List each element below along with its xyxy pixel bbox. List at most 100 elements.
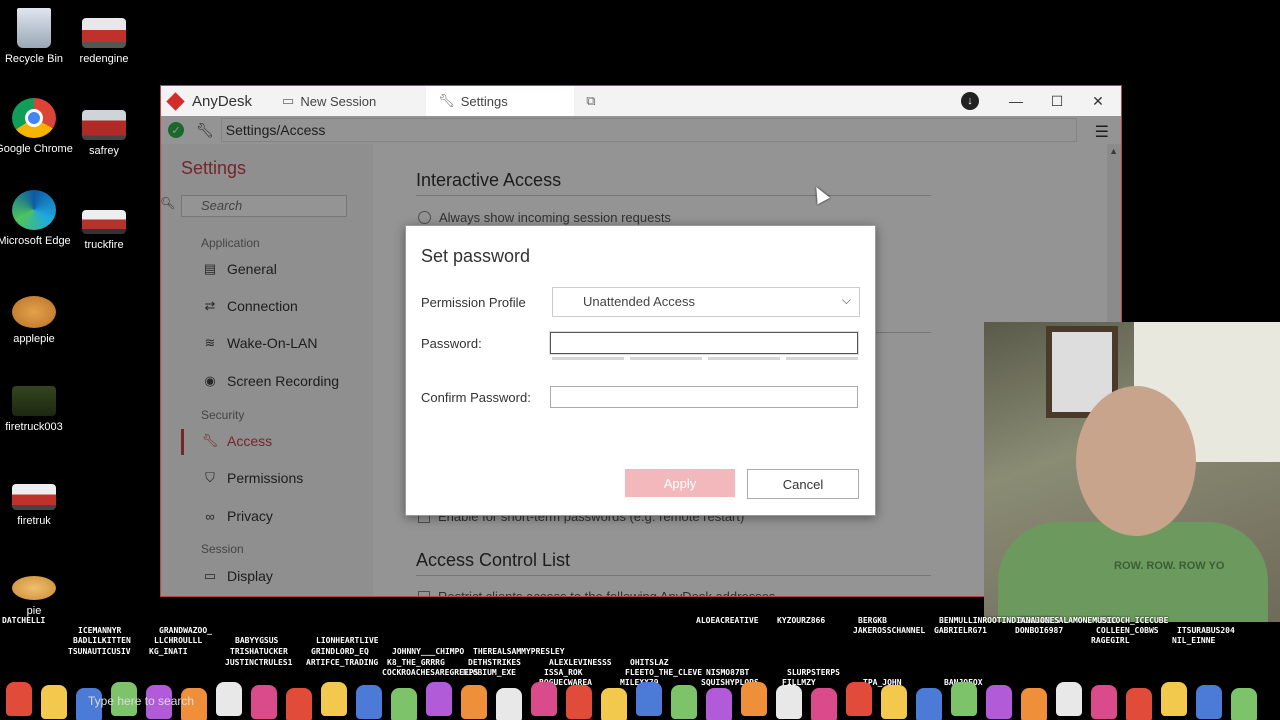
chat-avatar-sprite [741, 682, 767, 716]
chat-avatar-sprite [461, 685, 487, 719]
chat-username: ARTIFCE_TRADING [306, 658, 379, 667]
chat-username: RAGEGIRL [1091, 636, 1130, 645]
chat-username: DONBOI6987 [1015, 626, 1064, 635]
chat-username: COCKROACHESAREGREEPS [382, 668, 479, 677]
chat-username: K8_THE_GRRRG [387, 658, 445, 667]
desktop-icon-redengine[interactable]: redengine [64, 18, 144, 66]
chat-username: ISSA_ROK [544, 668, 583, 677]
desktop-icon-chrome[interactable]: Google Chrome [0, 98, 74, 156]
strength-segment [708, 357, 780, 360]
chat-username: BENMULLINROOTINDIANAJONES [939, 616, 1060, 625]
chat-username: GRINDLORD_EQ [311, 647, 369, 656]
chat-username: GABRIELRG71 [934, 626, 987, 635]
webcam-overlay: ROW. ROW. ROW YO [984, 322, 1280, 622]
monitor-icon: ▭ [282, 93, 295, 108]
pie-photo-icon [12, 576, 56, 600]
chat-username: TRISHATUCKER [230, 647, 288, 656]
chat-username: THEREALSAMMYPRESLEY [473, 647, 565, 656]
password-strength-meter [552, 357, 858, 360]
chat-username: DATCHELLI [2, 616, 46, 625]
chat-avatar-sprite [391, 688, 417, 720]
chat-avatar-sprite [916, 688, 942, 720]
webcam-shirt-text: ROW. ROW. ROW YO [1114, 560, 1225, 572]
strength-segment [786, 357, 858, 360]
download-icon[interactable]: ↓ [961, 92, 979, 110]
desktop-icon-edge[interactable]: Microsoft Edge [0, 190, 74, 248]
webcam-person-shirt [998, 522, 1268, 622]
apply-button[interactable]: Apply [625, 469, 735, 497]
permission-profile-value: Unattended Access [583, 294, 696, 309]
chat-username: SLURPSTERPS [787, 668, 840, 677]
chat-avatar-sprite [951, 682, 977, 716]
chat-username: NIL_EINNE [1172, 636, 1216, 645]
chat-username: LLCHROULLL [154, 636, 203, 645]
chat-avatar-sprite [706, 688, 732, 720]
chat-username: JAKEROSSCHANNEL [853, 626, 926, 635]
chat-avatar-sprite [566, 685, 592, 719]
chat-avatar-sprite [496, 688, 522, 720]
chat-avatar-sprite [811, 688, 837, 720]
chat-avatar-sprite [1091, 685, 1117, 719]
password-label: Password: [421, 336, 482, 351]
chat-avatar-sprite [216, 682, 242, 716]
taskbar-search-hint[interactable]: Type here to search [88, 694, 194, 708]
chat-username: BABYYGSUS [235, 636, 279, 645]
desktop-icon-firetruk[interactable]: firetruk [0, 484, 74, 528]
chat-username: ALOEACREATIVE [696, 616, 759, 625]
permission-profile-select[interactable]: Unattended Access ⌵ [552, 287, 860, 317]
chat-avatar-sprite [41, 685, 67, 719]
tab-label: New Session [300, 93, 377, 109]
chat-username: ALEXLEVINESSS [549, 658, 612, 667]
chevron-down-icon: ⌵ [841, 293, 851, 307]
chat-username: FLEETO_THE_CLEVE [625, 668, 703, 677]
chat-avatar-sprite [846, 682, 872, 716]
title-bar: AnyDesk ▭ New Session 🔧︎ Settings ⧉ ↓ — … [161, 86, 1121, 116]
tab-new-session[interactable]: ▭ New Session [270, 86, 388, 116]
anydesk-logo-icon [166, 91, 185, 111]
chat-username: ICEMANNYR [78, 626, 122, 635]
monitor-plus-icon: ⧉ [586, 93, 596, 108]
chat-avatar-sprite [321, 682, 347, 716]
confirm-password-field[interactable] [550, 386, 858, 408]
desktop-icon-recycle-bin[interactable]: Recycle Bin [0, 8, 74, 66]
desktop-icon-safrey[interactable]: safrey [64, 110, 144, 158]
maximize-button[interactable]: ☐ [1037, 86, 1077, 116]
chat-avatar-sprite [1126, 688, 1152, 720]
tab-settings[interactable]: 🔧︎ Settings [426, 86, 575, 116]
chat-avatar-sprite [531, 682, 557, 716]
chat-avatar-sprite [1231, 688, 1257, 720]
chat-username: OHITSLAZ [630, 658, 669, 667]
chat-avatar-sprite [286, 688, 312, 720]
desktop-icon-firetruck003[interactable]: firetruck003 [0, 386, 74, 434]
strength-segment [630, 357, 702, 360]
truck-photo-icon [82, 110, 126, 140]
chat-avatar-sprite [1021, 688, 1047, 720]
chat-avatar-sprite [636, 682, 662, 716]
password-field[interactable] [550, 332, 858, 354]
set-password-dialog: Set password Permission Profile Unattend… [405, 225, 876, 516]
minimize-button[interactable]: — [996, 86, 1036, 116]
chat-avatar-sprite [251, 685, 277, 719]
chat-username: LIONHEARTLIVE [316, 636, 379, 645]
cancel-button[interactable]: Cancel [747, 469, 859, 499]
chat-avatar-sprite [881, 685, 907, 719]
webcam-person-head [1076, 386, 1196, 536]
strength-segment [552, 357, 624, 360]
chat-username: JOHNNY___CHIMPO [392, 647, 465, 656]
dialog-title: Set password [421, 246, 531, 266]
desktop-icon-truckfire[interactable]: truckfire [64, 210, 144, 252]
chat-avatar-sprite [426, 682, 452, 716]
new-tab-button[interactable]: ⧉ [574, 86, 613, 116]
close-button[interactable]: ✕ [1078, 86, 1118, 116]
brand: AnyDesk [166, 91, 252, 111]
desktop-icon-applepie[interactable]: applepie [0, 296, 74, 346]
chat-username: COLLEEN_C0BWS [1096, 626, 1159, 635]
truck-photo-icon [12, 484, 56, 510]
chat-username: KG_INATI [149, 647, 188, 656]
chat-username: JUSTINCTRULES1 [225, 658, 293, 667]
chat-username: KYZOURZ866 [777, 616, 826, 625]
chat-avatar-sprite [986, 685, 1012, 719]
recycle-bin-icon [17, 8, 51, 48]
wrench-icon: 🔧︎ [438, 93, 455, 108]
edge-icon [12, 190, 56, 230]
